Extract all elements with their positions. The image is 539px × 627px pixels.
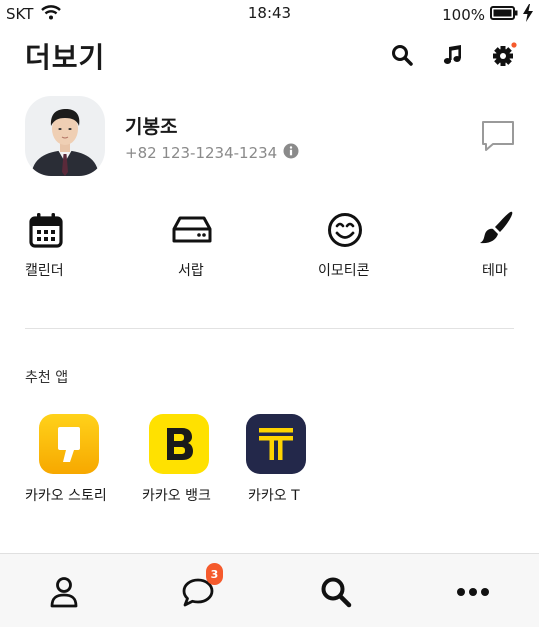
more-tab[interactable] (453, 572, 493, 612)
quick-item-label: 서랍 (178, 263, 204, 279)
calendar-icon (26, 210, 66, 250)
info-icon[interactable] (283, 143, 299, 163)
status-bar: SKT 18:43 100% (0, 0, 539, 28)
search-icon (321, 577, 352, 608)
section-title-recommended: 추천 앱 (25, 370, 69, 386)
brush-icon (476, 210, 516, 250)
chat-badge: 3 (206, 563, 223, 585)
kakao-bank-icon (149, 414, 209, 474)
settings-notification-dot (511, 42, 517, 48)
emoticon-icon (325, 210, 365, 250)
app-label: 카카오 스토리 (25, 488, 107, 504)
search-icon[interactable] (389, 42, 415, 68)
app-kakao-bank[interactable]: 카카오 뱅크 (110, 414, 220, 514)
drawer-icon (172, 210, 212, 250)
quick-item-theme[interactable]: 테마 (439, 208, 539, 288)
app-label: 카카오 뱅크 (142, 488, 211, 504)
app-kakao-story[interactable]: 카카오 스토리 (0, 414, 110, 514)
quick-item-drawer[interactable]: 서랍 (140, 208, 240, 288)
battery-percent: 100% (442, 6, 485, 24)
kakao-t-icon (246, 414, 306, 474)
profile-name[interactable]: 기봉조 (125, 112, 177, 139)
battery-icon (490, 6, 518, 24)
divider (25, 328, 514, 329)
header: 더보기 (0, 28, 539, 84)
kakao-story-icon (39, 414, 99, 474)
profile-section[interactable]: 기봉조 +82 123-1234-1234 (0, 96, 539, 178)
music-icon[interactable] (440, 42, 466, 68)
recommended-apps: 카카오 스토리 카카오 뱅크 카카오 T (0, 414, 539, 514)
quick-item-calendar[interactable]: 캘린더 (0, 208, 100, 288)
more-icon (457, 588, 489, 596)
settings-icon[interactable] (491, 42, 517, 68)
status-right: 100% (442, 4, 533, 26)
friends-tab[interactable] (44, 572, 84, 612)
quick-item-label: 이모티콘 (318, 263, 370, 279)
search-tab[interactable] (316, 572, 356, 612)
quick-item-label: 캘린더 (25, 263, 64, 279)
tab-bar: 3 (0, 553, 539, 627)
quick-item-label: 테마 (482, 263, 508, 279)
profile-phone-number: +82 123-1234-1234 (125, 144, 278, 162)
quick-item-emoticon[interactable]: 이모티콘 (300, 208, 400, 288)
app-kakao-t[interactable]: 카카오 T (207, 414, 317, 514)
avatar[interactable] (25, 96, 105, 176)
profile-chat-icon[interactable] (481, 120, 515, 156)
charging-icon (523, 4, 533, 26)
profile-phone: +82 123-1234-1234 (125, 143, 299, 163)
page-title: 더보기 (25, 41, 106, 74)
quick-menu: 캘린더 서랍 이모티콘 테마 (0, 208, 539, 288)
app-label: 카카오 T (248, 488, 300, 504)
person-icon (50, 577, 78, 608)
